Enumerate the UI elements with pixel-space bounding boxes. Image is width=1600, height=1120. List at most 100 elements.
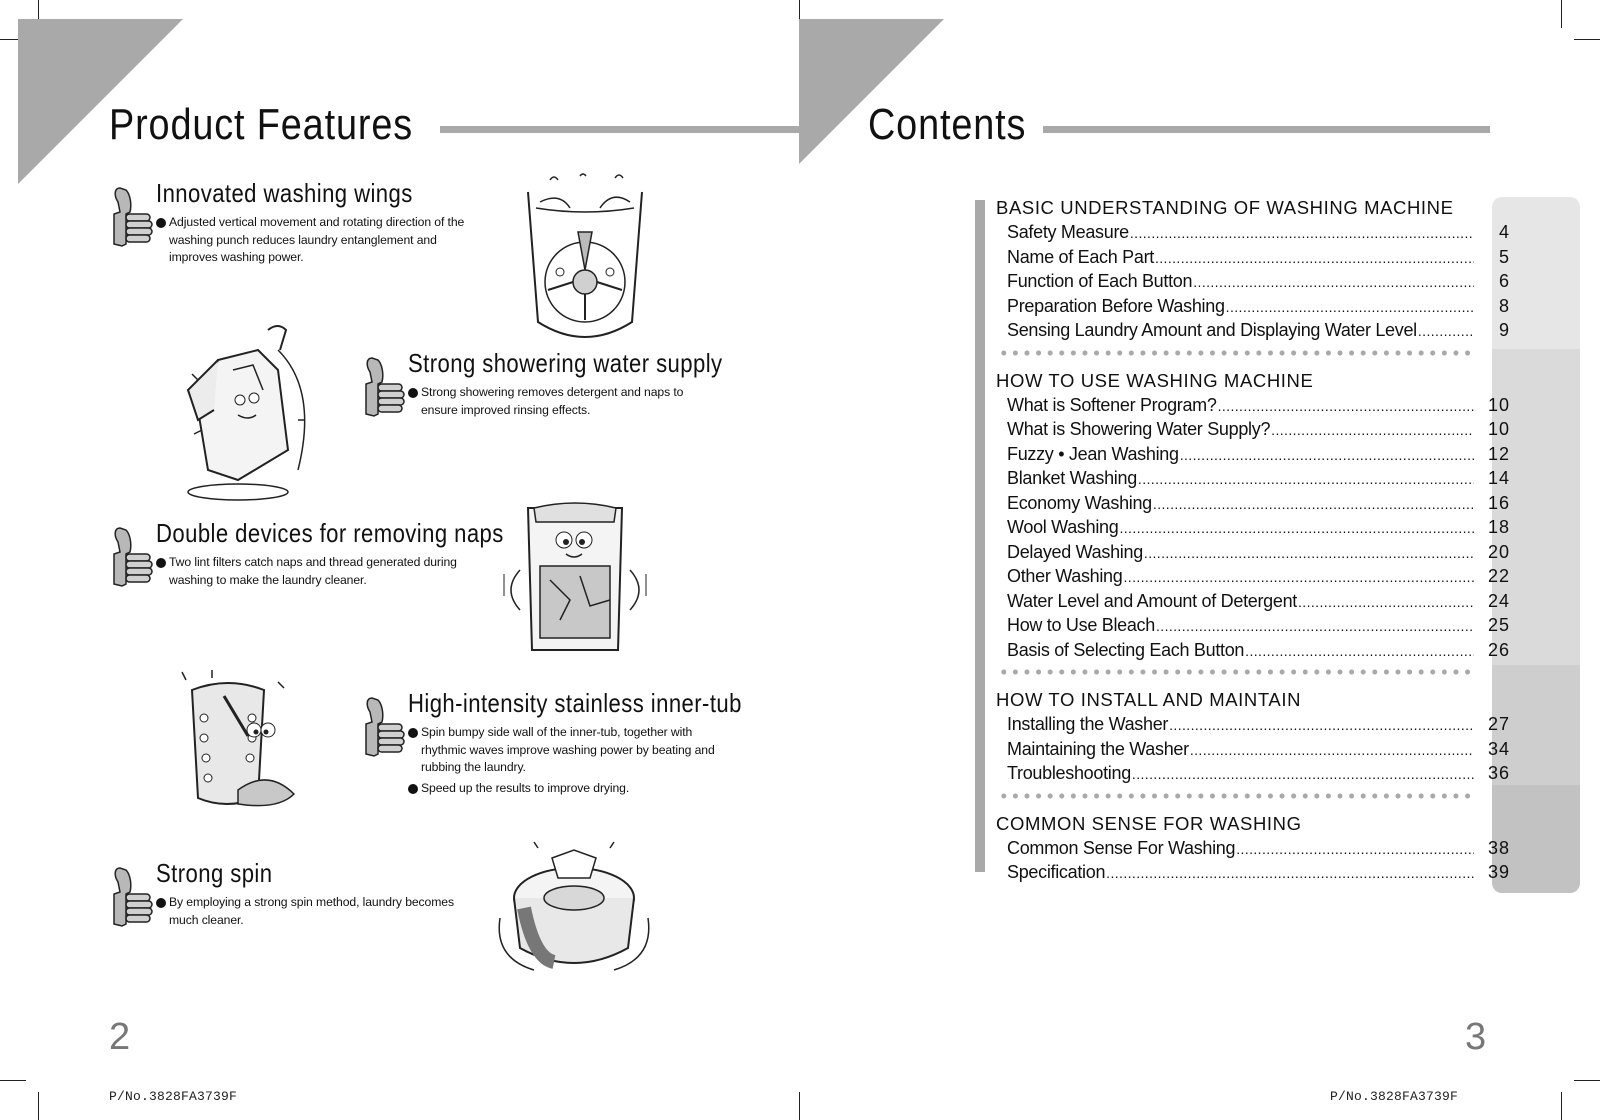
toc-entry[interactable]: Wool Washing 18 bbox=[996, 515, 1586, 540]
toc-entry[interactable]: Installing the Washer 27 bbox=[996, 712, 1586, 737]
part-number: P/No.3828FA3739F bbox=[109, 1089, 238, 1104]
toc-entry-leader-group: How to Use Bleach bbox=[1007, 613, 1474, 638]
shirt-under-shower-illustration bbox=[186, 325, 306, 501]
toc-section: HOW TO INSTALL AND MAINTAIN Installing th… bbox=[996, 688, 1586, 806]
toc-entry-leader-group: Installing the Washer bbox=[1007, 712, 1474, 737]
page-number: 2 bbox=[109, 1016, 131, 1058]
table-of-contents: BASIC UNDERSTANDING OF WASHING MACHINE Sa… bbox=[996, 196, 1586, 885]
toc-entry[interactable]: What is Showering Water Supply? 10 bbox=[996, 417, 1586, 442]
toc-entry-label: Safety Measure bbox=[1007, 222, 1129, 242]
toc-entry-label: Installing the Washer bbox=[1007, 714, 1169, 734]
toc-entry-leader-group: Preparation Before Washing bbox=[1007, 294, 1474, 319]
feature-title: Double devices for removing naps bbox=[156, 518, 504, 548]
spinning-laundry-illustration bbox=[498, 841, 650, 971]
feature-bullets: By employing a strong spin method, laund… bbox=[156, 894, 476, 932]
dot-leader bbox=[1226, 294, 1474, 318]
crop-mark bbox=[38, 1092, 39, 1120]
thumbs-up-icon bbox=[365, 697, 405, 757]
toc-entry-label: What is Softener Program? bbox=[1007, 394, 1217, 415]
washing-wings-tub-illustration bbox=[527, 173, 643, 338]
toc-entry[interactable]: Maintaining the Washer 34 bbox=[996, 737, 1586, 762]
dot-leader bbox=[1138, 466, 1474, 490]
toc-entry-page: 10 bbox=[1487, 419, 1510, 439]
crop-mark bbox=[799, 1092, 800, 1120]
dot-leader bbox=[1123, 564, 1474, 588]
toc-entry-page: 24 bbox=[1487, 590, 1510, 611]
toc-entry[interactable]: Water Level and Amount of Detergent 24 bbox=[996, 589, 1586, 614]
toc-entry-label: Fuzzy • Jean Washing bbox=[1007, 443, 1179, 464]
dot-leader bbox=[1153, 491, 1474, 515]
crop-mark bbox=[1561, 0, 1562, 28]
toc-entry-label: Troubleshooting bbox=[1007, 763, 1131, 783]
toc-entry-leader-group: Maintaining the Washer bbox=[1007, 737, 1474, 762]
feature-bullets: Spin bumpy side wall of the inner-tub, t… bbox=[408, 724, 718, 800]
toc-entry-label: Basis of Selecting Each Button bbox=[1007, 639, 1245, 660]
toc-entry-label: Economy Washing bbox=[1007, 492, 1152, 513]
toc-entry-page: 36 bbox=[1487, 763, 1510, 783]
thumbs-up-icon bbox=[113, 187, 153, 247]
toc-entry-leader-group: Other Washing bbox=[1007, 564, 1474, 589]
toc-entry-page: 10 bbox=[1487, 394, 1510, 415]
toc-section-heading: HOW TO USE WASHING MACHINE bbox=[996, 369, 1314, 391]
toc-entry[interactable]: How to Use Bleach 25 bbox=[996, 613, 1586, 638]
toc-entry-label: What is Showering Water Supply? bbox=[1007, 419, 1271, 439]
toc-entry-label: Maintaining the Washer bbox=[1007, 738, 1189, 759]
dot-leader bbox=[1155, 245, 1474, 269]
toc-entry-leader-group: Specification bbox=[1007, 860, 1474, 885]
toc-entry-label: How to Use Bleach bbox=[1007, 615, 1155, 635]
page-number: 3 bbox=[1465, 1016, 1487, 1058]
toc-entry-label: Water Level and Amount of Detergent bbox=[1007, 590, 1298, 611]
toc-entry-page: 22 bbox=[1487, 566, 1510, 586]
toc-entry[interactable]: Delayed Washing 20 bbox=[996, 540, 1586, 565]
toc-entry-label: Blanket Washing bbox=[1007, 468, 1137, 488]
toc-entry[interactable]: Function of Each Button 6 bbox=[996, 269, 1586, 294]
title-rule bbox=[440, 126, 800, 133]
toc-entry[interactable]: Sensing Laundry Amount and Displaying Wa… bbox=[996, 318, 1586, 343]
dot-leader bbox=[1236, 836, 1474, 860]
toc-section: COMMON SENSE FOR WASHING Common Sense For… bbox=[996, 812, 1586, 885]
dot-leader bbox=[1245, 638, 1474, 662]
toc-entry[interactable]: Other Washing 22 bbox=[996, 564, 1586, 589]
toc-entry-page: 6 bbox=[1498, 271, 1510, 291]
part-number: P/No.3828FA3739F bbox=[1330, 1089, 1459, 1104]
thumbs-up-icon bbox=[113, 527, 153, 587]
crop-mark bbox=[1561, 1092, 1562, 1120]
toc-entry-page: 39 bbox=[1487, 862, 1510, 882]
toc-entry[interactable]: Troubleshooting 36 bbox=[996, 761, 1586, 786]
crop-mark bbox=[1574, 39, 1600, 40]
toc-entry[interactable]: Economy Washing 16 bbox=[996, 491, 1586, 516]
feature-bullets: Adjusted vertical movement and rotating … bbox=[156, 214, 476, 270]
toc-entry-leader-group: Economy Washing bbox=[1007, 491, 1474, 516]
toc-section-heading: COMMON SENSE FOR WASHING bbox=[996, 812, 1302, 834]
toc-entry[interactable]: What is Softener Program? 10 bbox=[996, 393, 1586, 418]
toc-entry-label: Name of Each Part bbox=[1007, 246, 1154, 267]
toc-entry-page: 12 bbox=[1487, 443, 1510, 464]
dot-leader bbox=[1119, 515, 1474, 539]
thumbs-up-icon bbox=[113, 867, 153, 927]
dot-leader bbox=[1132, 761, 1474, 785]
toc-entry-page: 8 bbox=[1498, 295, 1510, 316]
toc-entry-label: Common Sense For Washing bbox=[1007, 837, 1236, 858]
toc-entry-leader-group: Sensing Laundry Amount and Displaying Wa… bbox=[1007, 318, 1474, 343]
feature-bullet: Two lint filters catch naps and thread g… bbox=[156, 554, 476, 589]
section-separator bbox=[998, 785, 1474, 806]
toc-entry[interactable]: Basis of Selecting Each Button 26 bbox=[996, 638, 1586, 663]
toc-entry-label: Delayed Washing bbox=[1007, 541, 1143, 562]
toc-section: HOW TO USE WASHING MACHINE What is Soften… bbox=[996, 369, 1586, 682]
page-title: Product Features bbox=[109, 100, 414, 149]
toc-entry[interactable]: Safety Measure 4 bbox=[996, 220, 1586, 245]
toc-entry-leader-group: Blanket Washing bbox=[1007, 466, 1474, 491]
feature-title: Strong showering water supply bbox=[408, 348, 723, 378]
toc-entry[interactable]: Name of Each Part 5 bbox=[996, 245, 1586, 270]
toc-entry-page: 26 bbox=[1487, 639, 1510, 660]
stainless-tub-character-illustration bbox=[181, 670, 296, 807]
toc-entry-leader-group: What is Showering Water Supply? bbox=[1007, 417, 1474, 442]
toc-entry-leader-group: Wool Washing bbox=[1007, 515, 1474, 540]
toc-entry[interactable]: Preparation Before Washing 8 bbox=[996, 294, 1586, 319]
toc-entry[interactable]: Fuzzy • Jean Washing 12 bbox=[996, 442, 1586, 467]
toc-entry[interactable]: Common Sense For Washing 38 bbox=[996, 836, 1586, 861]
dot-leader bbox=[1106, 860, 1474, 884]
toc-entry[interactable]: Blanket Washing 14 bbox=[996, 466, 1586, 491]
toc-entry[interactable]: Specification 39 bbox=[996, 860, 1586, 885]
dot-leader bbox=[1190, 737, 1474, 761]
